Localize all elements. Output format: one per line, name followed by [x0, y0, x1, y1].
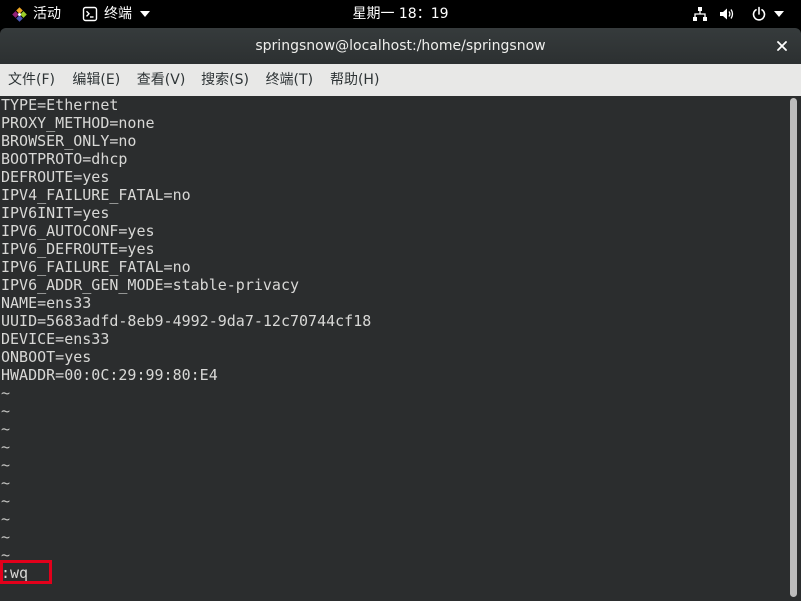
window-title-bar[interactable]: springsnow@localhost:/home/springsnow [0, 28, 801, 64]
empty-line-marker: ~ [1, 474, 11, 492]
file-line: IPV6_DEFROUTE=yes [1, 240, 155, 258]
file-line: PROXY_METHOD=none [1, 114, 155, 132]
file-line: IPV6INIT=yes [1, 204, 110, 222]
highlight-box [0, 560, 52, 584]
centos-logo-icon [12, 7, 27, 22]
network-wired-icon [692, 6, 708, 22]
file-line: HWADDR=00:0C:29:99:80:E4 [1, 366, 218, 384]
file-line: DEFROUTE=yes [1, 168, 110, 186]
activities-label: 活动 [33, 6, 61, 22]
app-menu-button[interactable]: 终端 [78, 0, 154, 28]
activities-button[interactable]: 活动 [6, 0, 68, 28]
empty-line-marker: ~ [1, 402, 11, 420]
power-icon [751, 6, 767, 22]
file-line: ONBOOT=yes [1, 348, 92, 366]
clock-button[interactable]: 星期一 18：19 [330, 0, 471, 28]
file-line: TYPE=Ethernet [1, 96, 119, 114]
top-bar: 活动 终端 星期一 18：19 [0, 0, 801, 28]
empty-line-marker: ~ [1, 420, 11, 438]
empty-line-marker: ~ [1, 528, 11, 546]
app-menu-label: 终端 [104, 6, 132, 22]
empty-line-marker: ~ [1, 384, 11, 402]
file-line: IPV4_FAILURE_FATAL=no [1, 186, 191, 204]
file-line: IPV6_FAILURE_FATAL=no [1, 258, 191, 276]
system-menu-button[interactable] [686, 0, 790, 28]
window-title: springsnow@localhost:/home/springsnow [255, 38, 546, 54]
menu-terminal[interactable]: 终端(T) [258, 64, 322, 96]
terminal-icon [82, 6, 98, 22]
menu-file[interactable]: 文件(F) [0, 64, 64, 96]
terminal-text[interactable]: TYPE=Ethernet PROXY_METHOD=none BROWSER_… [1, 96, 371, 582]
caret-down-icon [140, 11, 150, 17]
empty-line-marker: ~ [1, 546, 11, 564]
empty-line-marker: ~ [1, 510, 11, 528]
file-line: BOOTPROTO=dhcp [1, 150, 128, 168]
caret-down-icon [774, 11, 784, 17]
menu-view[interactable]: 查看(V) [129, 64, 193, 96]
file-line: UUID=5683adfd-8eb9-4992-9da7-12c70744cf1… [1, 312, 372, 330]
scrollbar-thumb[interactable] [790, 98, 797, 597]
terminal-area[interactable]: TYPE=Ethernet PROXY_METHOD=none BROWSER_… [0, 96, 801, 601]
file-line: BROWSER_ONLY=no [1, 132, 137, 150]
menu-help[interactable]: 帮助(H) [322, 64, 386, 96]
menu-search[interactable]: 搜索(S) [193, 64, 257, 96]
volume-icon [719, 6, 735, 22]
file-line: DEVICE=ens33 [1, 330, 110, 348]
close-button[interactable] [770, 34, 794, 58]
menu-bar: 文件(F) 编辑(E) 查看(V) 搜索(S) 终端(T) 帮助(H) [0, 64, 801, 96]
empty-line-marker: ~ [1, 438, 11, 456]
empty-line-marker: ~ [1, 456, 11, 474]
menu-edit[interactable]: 编辑(E) [64, 64, 128, 96]
file-line: IPV6_ADDR_GEN_MODE=stable-privacy [1, 276, 300, 294]
vi-command-line[interactable]: :wq [1, 564, 371, 582]
file-line: NAME=ens33 [1, 294, 92, 312]
empty-line-marker: ~ [1, 492, 11, 510]
file-line: IPV6_AUTOCONF=yes [1, 222, 155, 240]
